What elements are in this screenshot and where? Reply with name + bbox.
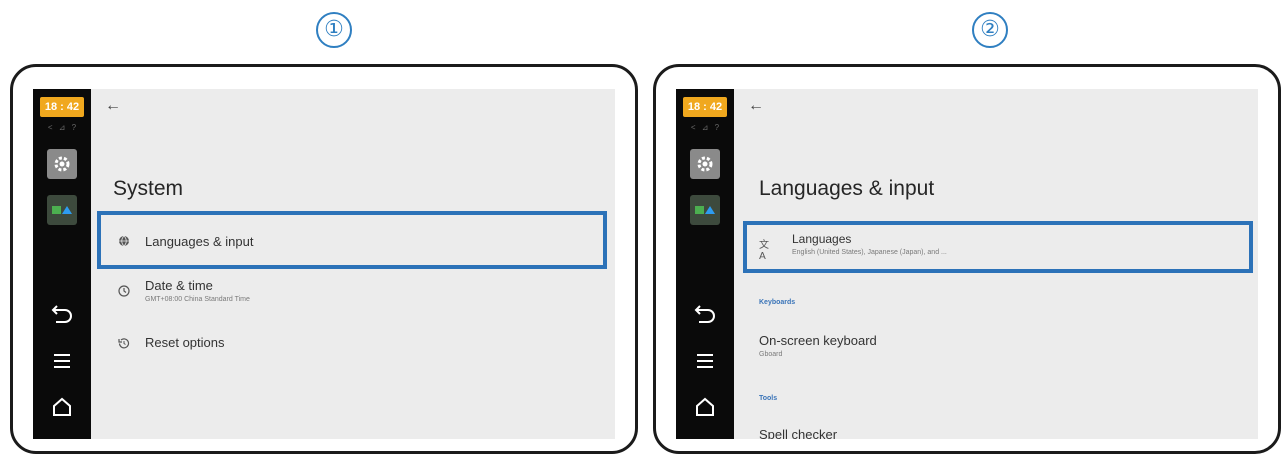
languages-item[interactable]: Languages bbox=[792, 232, 851, 246]
menu-icon[interactable] bbox=[45, 345, 79, 377]
clock: 18 : 42 bbox=[683, 97, 727, 117]
back-arrow-icon[interactable]: ← bbox=[748, 97, 766, 115]
page-title: Languages & input bbox=[759, 177, 935, 200]
device-frame-step-2: 18 : 42 < ⊿ ? ← Languages & input 文A Lan… bbox=[653, 64, 1281, 454]
highlight-box bbox=[743, 221, 1253, 273]
gallery-icon[interactable] bbox=[47, 195, 77, 225]
sidebar: 18 : 42 < ⊿ ? bbox=[33, 89, 91, 439]
languages-input-item[interactable]: Languages & input bbox=[145, 234, 253, 249]
date-time-item[interactable]: Date & time bbox=[145, 278, 213, 293]
step-1-marker: ① bbox=[316, 12, 352, 48]
translate-icon: 文A bbox=[759, 240, 769, 262]
screen-step-1: 18 : 42 < ⊿ ? ← System Languages & input bbox=[33, 89, 615, 439]
spell-checker-item[interactable]: Spell checker bbox=[759, 427, 837, 439]
languages-subtitle: English (United States), Japanese (Japan… bbox=[792, 249, 947, 256]
gear-icon[interactable] bbox=[47, 149, 77, 179]
screen-step-2: 18 : 42 < ⊿ ? ← Languages & input 文A Lan… bbox=[676, 89, 1258, 439]
status-icons: < ⊿ ? bbox=[47, 123, 79, 132]
onscreen-keyboard-subtitle: Gboard bbox=[759, 351, 783, 358]
history-icon bbox=[116, 335, 132, 351]
status-icons: < ⊿ ? bbox=[690, 123, 722, 132]
gear-icon[interactable] bbox=[690, 149, 720, 179]
keyboards-header: Keyboards bbox=[759, 299, 796, 306]
back-icon[interactable] bbox=[688, 297, 722, 329]
home-icon[interactable] bbox=[688, 391, 722, 423]
step-2-marker: ② bbox=[972, 12, 1008, 48]
globe-icon bbox=[116, 233, 132, 249]
back-arrow-icon[interactable]: ← bbox=[105, 97, 123, 115]
date-time-subtitle: GMT+08:00 China Standard Time bbox=[145, 296, 250, 303]
tools-header: Tools bbox=[759, 395, 778, 402]
back-icon[interactable] bbox=[45, 297, 79, 329]
sidebar: 18 : 42 < ⊿ ? bbox=[676, 89, 734, 439]
device-frame-step-1: 18 : 42 < ⊿ ? ← System Languages & input bbox=[10, 64, 638, 454]
page-title: System bbox=[113, 177, 184, 200]
clock-icon bbox=[116, 283, 132, 299]
reset-options-item[interactable]: Reset options bbox=[145, 335, 225, 350]
gallery-icon[interactable] bbox=[690, 195, 720, 225]
onscreen-keyboard-item[interactable]: On-screen keyboard bbox=[759, 333, 877, 348]
home-icon[interactable] bbox=[45, 391, 79, 423]
clock: 18 : 42 bbox=[40, 97, 84, 117]
menu-icon[interactable] bbox=[688, 345, 722, 377]
